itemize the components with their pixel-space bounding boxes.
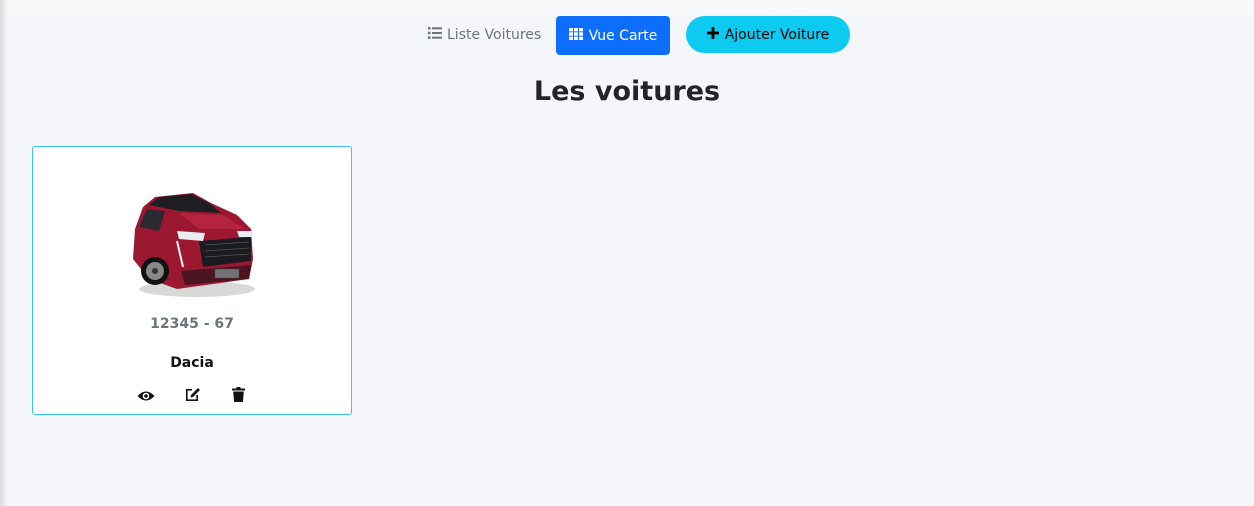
trash-icon [231, 386, 245, 406]
list-icon [428, 27, 442, 43]
top-bar [8, 0, 1254, 16]
view-toolbar: Liste Voitures Vue Carte Ajouter Voiture [0, 16, 1254, 55]
card-view-button[interactable]: Vue Carte [556, 16, 670, 55]
grid-icon [568, 27, 583, 44]
edit-car-button[interactable] [183, 387, 201, 405]
view-car-button[interactable] [137, 387, 155, 405]
car-card: 12345 - 67 Dacia [32, 146, 352, 415]
car-plate: 12345 - 67 [150, 316, 234, 332]
add-car-button[interactable]: Ajouter Voiture [686, 16, 850, 53]
list-view-button[interactable]: Liste Voitures [428, 16, 541, 54]
plus-icon [706, 26, 719, 43]
card-view-label: Vue Carte [588, 27, 658, 44]
car-image [119, 167, 259, 307]
add-car-label: Ajouter Voiture [724, 26, 830, 43]
edit-icon [184, 386, 201, 406]
car-actions [33, 386, 351, 406]
list-view-label: Liste Voitures [447, 27, 542, 43]
car-brand: Dacia [170, 355, 214, 371]
page-title: Les voitures [533, 76, 721, 107]
eye-icon [137, 387, 155, 406]
delete-car-button[interactable] [229, 386, 247, 406]
